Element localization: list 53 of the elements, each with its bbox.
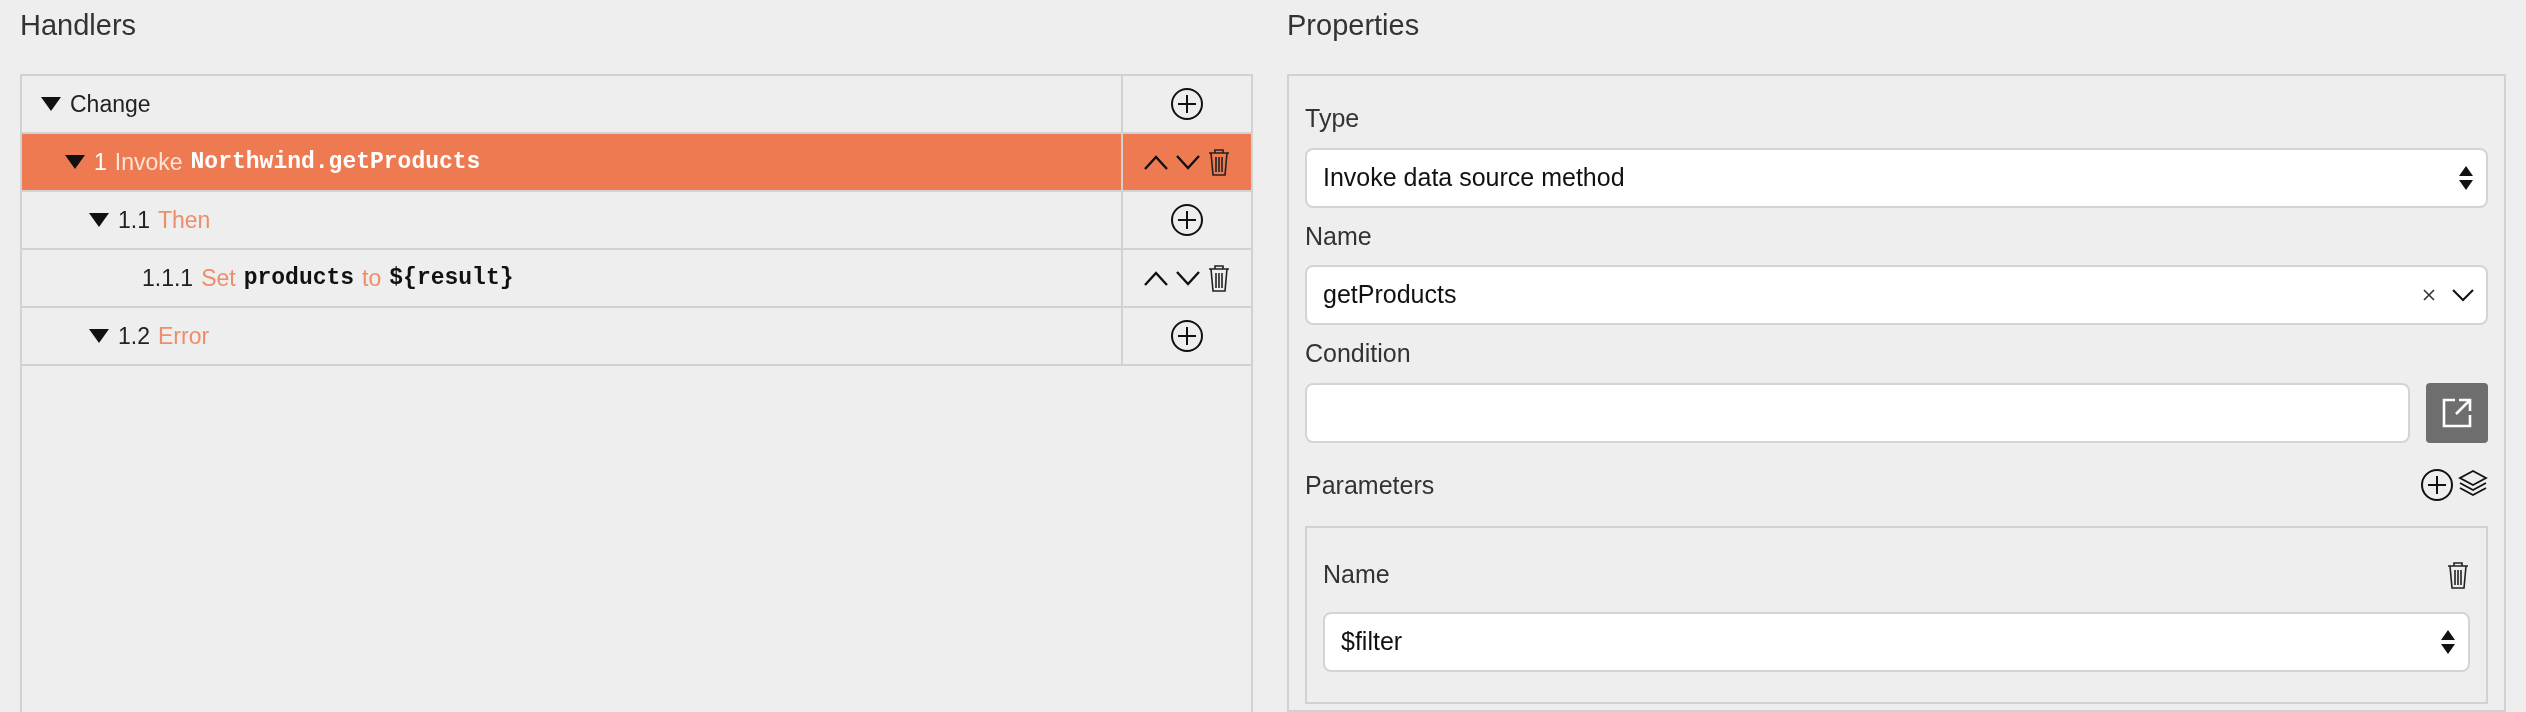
field-label: Type [1305, 103, 1361, 134]
open-external-button[interactable] [2426, 382, 2488, 443]
close-icon [2422, 288, 2436, 302]
delete-button[interactable] [2446, 559, 2470, 590]
plus-circle-button[interactable] [1170, 87, 1204, 121]
trash-icon [2446, 559, 2470, 590]
panel-title: Handlers [20, 8, 138, 43]
field-label: Name [1323, 559, 1390, 590]
keyword-text: Error [158, 321, 210, 351]
code-text: products [243, 263, 355, 293]
code-text: Northwind.getProducts [190, 147, 481, 177]
panel-title: Properties [1287, 8, 1421, 43]
plus-circle-button[interactable] [1170, 319, 1204, 353]
plus-circle-icon [2420, 468, 2454, 503]
trash-button[interactable] [1207, 147, 1231, 177]
field-label: Condition [1305, 338, 1412, 369]
tree-row[interactable]: 1.1 Then [22, 192, 1251, 250]
keyword-text: to [362, 263, 382, 293]
plus-circle-icon [1170, 319, 1204, 353]
sort-arrows-icon [2458, 164, 2474, 191]
node-number: 1.2 [118, 321, 150, 351]
keyword-text: Set [201, 263, 236, 293]
chevron-down-icon [2452, 288, 2474, 302]
expand-triangle-icon[interactable] [88, 212, 110, 228]
clear-button[interactable] [2422, 288, 2436, 302]
plus-circle-icon [1170, 87, 1204, 121]
trash-icon [1207, 263, 1231, 293]
node-number: 1 [94, 147, 107, 177]
code-text: ${result} [389, 263, 514, 293]
layers-icon [2458, 468, 2488, 499]
node-number: 1.1.1 [142, 263, 194, 293]
node-number: 1.1 [118, 205, 150, 235]
expand-triangle-icon[interactable] [40, 96, 62, 112]
name-select[interactable]: getProducts [1305, 265, 2488, 325]
plus-circle-icon [1170, 203, 1204, 237]
trash-button[interactable] [1207, 263, 1231, 293]
node-label: Change [70, 89, 151, 119]
field-label: Name [1305, 220, 1373, 252]
external-link-icon [2441, 396, 2473, 429]
plus-circle-button[interactable] [1170, 203, 1204, 237]
type-select[interactable]: Invoke data source method [1305, 147, 2488, 208]
condition-input[interactable] [1305, 382, 2410, 443]
expand-triangle-icon[interactable] [88, 328, 110, 344]
tree-row[interactable]: 1.2 Error [22, 308, 1251, 366]
add-parameter-button[interactable] [2420, 468, 2454, 503]
trash-icon [1207, 147, 1231, 177]
parameter-select[interactable]: $filter [1323, 611, 2470, 672]
keyword-text: Then [158, 205, 211, 235]
expand-triangle-icon[interactable] [64, 154, 86, 170]
keyword-text: Invoke [114, 147, 183, 177]
field-label: Parameters [1305, 469, 1435, 501]
tree-row[interactable]: 1.1.1 Set products to ${result} [22, 250, 1251, 308]
sort-arrows-icon [2440, 628, 2456, 655]
